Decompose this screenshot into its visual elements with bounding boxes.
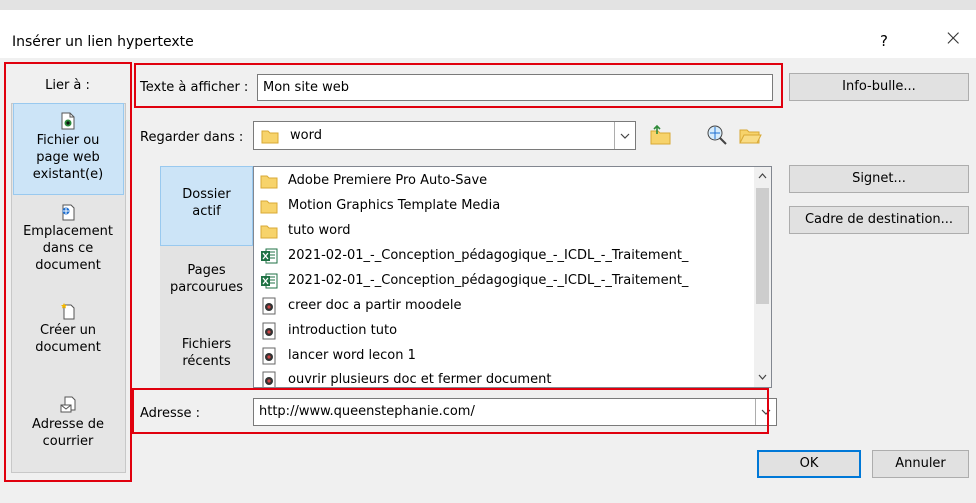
tab-recent-files[interactable]: Fichiers récents <box>160 336 253 370</box>
video-file-icon <box>262 347 276 364</box>
text-to-display-highlight-box <box>134 63 783 108</box>
open-folder-icon <box>739 129 762 144</box>
file-name: ouvrir plusieurs doc et fermer document <box>288 372 552 387</box>
video-file-icon <box>262 322 276 339</box>
cancel-button[interactable]: Annuler <box>872 450 969 478</box>
file-list-item[interactable]: Adobe Premiere Pro Auto-Save <box>260 168 487 193</box>
excel-file-icon <box>261 248 278 263</box>
excel-file-icon <box>261 273 278 288</box>
video-file-icon <box>262 371 276 387</box>
file-name: 2021-02-01_-_Conception_pédagogique_-_IC… <box>288 273 689 288</box>
look-in-combo[interactable]: word <box>253 121 636 150</box>
video-file-icon <box>262 297 276 314</box>
browse-web-button[interactable] <box>704 122 730 148</box>
chevron-up-icon <box>758 173 767 179</box>
ok-button[interactable]: OK <box>757 450 861 478</box>
tab-recent-files-l1: Fichiers <box>181 337 232 352</box>
file-list-item[interactable]: tuto word <box>260 218 350 243</box>
tab-current-folder-l2: actif <box>192 204 221 219</box>
file-name: creer doc a partir moodele <box>288 298 462 313</box>
tab-current-folder-l1: Dossier <box>182 187 231 202</box>
address-highlight-box <box>132 388 769 434</box>
browse-file-button[interactable] <box>737 122 763 148</box>
file-name: lancer word lecon 1 <box>288 348 416 363</box>
target-frame-button[interactable]: Cadre de destination... <box>789 206 969 234</box>
tab-browsed-pages-l2: parcourues <box>170 280 243 295</box>
scrollbar-thumb[interactable] <box>756 188 769 304</box>
file-name: tuto word <box>288 223 351 238</box>
tab-browsed-pages-l1: Pages <box>187 263 226 278</box>
web-search-icon <box>707 125 727 145</box>
file-list-item[interactable]: lancer word lecon 1 <box>260 343 416 368</box>
file-name: Adobe Premiere Pro Auto-Save <box>288 173 488 188</box>
look-in-dropdown-arrow[interactable] <box>614 122 635 149</box>
look-in-label: Regarder dans : <box>140 130 244 145</box>
dialog-title: Insérer un lien hypertexte <box>12 34 194 50</box>
folder-up-icon <box>650 124 671 145</box>
screentip-button[interactable]: Info-bulle... <box>789 73 969 101</box>
file-list-item[interactable]: Motion Graphics Template Media <box>260 193 500 218</box>
tab-current-folder[interactable]: Dossier actif <box>160 186 253 220</box>
look-in-value: word <box>290 128 322 143</box>
tab-recent-files-l2: récents <box>182 354 231 369</box>
file-name: 2021-02-01_-_Conception_pédagogique_-_IC… <box>288 248 689 263</box>
link-to-highlight-box <box>4 62 132 482</box>
file-list[interactable]: Adobe Premiere Pro Auto-Save Motion Grap… <box>253 166 772 388</box>
scroll-up-arrow[interactable] <box>756 169 769 183</box>
file-name: introduction tuto <box>288 323 398 338</box>
help-button[interactable]: ? <box>880 32 888 50</box>
chevron-down-icon <box>620 133 630 139</box>
window-top-strip <box>0 0 976 10</box>
file-list-item[interactable]: 2021-02-01_-_Conception_pédagogique_-_IC… <box>260 243 688 268</box>
scroll-down-arrow[interactable] <box>756 370 769 384</box>
file-list-item[interactable]: introduction tuto <box>260 318 397 343</box>
file-list-item[interactable]: 2021-02-01_-_Conception_pédagogique_-_IC… <box>260 268 688 293</box>
folder-icon <box>260 225 278 238</box>
folder-icon <box>261 130 279 144</box>
folder-icon <box>260 200 278 213</box>
bookmark-button[interactable]: Signet... <box>789 165 969 193</box>
file-list-item[interactable]: ouvrir plusieurs doc et fermer document <box>260 367 552 387</box>
chevron-down-icon <box>758 374 767 380</box>
file-name: Motion Graphics Template Media <box>288 198 501 213</box>
folder-icon <box>260 175 278 188</box>
tab-browsed-pages[interactable]: Pages parcourues <box>160 262 253 296</box>
close-button[interactable]: × <box>944 26 962 51</box>
file-list-item[interactable]: creer doc a partir moodele <box>260 293 461 318</box>
up-one-folder-button[interactable] <box>648 122 674 148</box>
